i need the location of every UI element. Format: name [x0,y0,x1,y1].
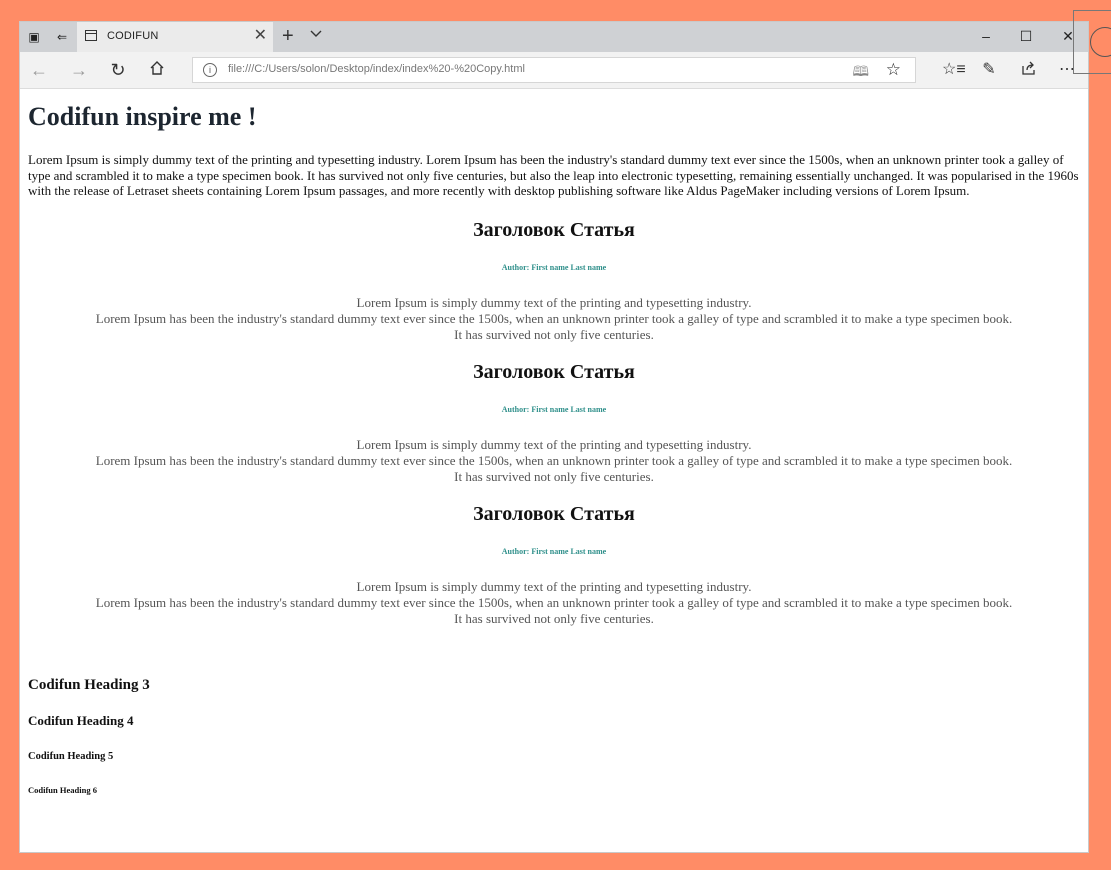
minimize-icon[interactable]: – [976,26,996,46]
article-3: Заголовок Статья Author: First name Last… [28,502,1080,627]
article-line: Lorem Ipsum is simply dummy text of the … [356,294,752,310]
article-line: Lorem Ipsum is simply dummy text of the … [356,578,752,594]
back-arrow-icon[interactable]: ← [28,60,50,80]
article-body: Lorem Ipsum is simply dummy text of the … [28,579,1080,627]
star-icon[interactable]: ☆ [886,60,901,80]
navigation-bar: ← → ↻ i file:///C:/Users/solon/Desktop/i… [20,52,1088,89]
info-icon[interactable]: i [203,63,217,77]
heading-3: Codifun Heading 3 [28,676,150,693]
tab-title: CODIFUN [107,30,159,42]
article-line: It has survived not only five centuries. [454,610,654,626]
chevron-down-icon[interactable] [310,27,322,42]
page-title: Codifun inspire me ! [28,102,257,131]
article-heading: Заголовок Статья [473,502,635,525]
url-text[interactable]: file:///C:/Users/solon/Desktop/index/ind… [228,63,525,75]
maximize-icon[interactable]: ☐ [1016,26,1036,46]
tab-bar: ▣ ⇐ CODIFUN ✕ + – ☐ ✕ [20,22,1088,52]
article-1: Заголовок Статья Author: First name Last… [28,218,1080,343]
article-line: It has survived not only five centuries. [454,468,654,484]
reading-view-icon[interactable]: 🕮 [852,61,869,85]
pen-icon[interactable]: ✎ [978,60,1000,80]
new-tab-icon[interactable]: + [282,26,294,46]
home-icon[interactable] [146,60,168,80]
article-heading: Заголовок Статья [473,218,635,241]
article-heading: Заголовок Статья [473,360,635,383]
article-2: Заголовок Статья Author: First name Last… [28,360,1080,485]
heading-5: Codifun Heading 5 [28,750,114,762]
page-content: Codifun inspire me ! Lorem Ipsum is simp… [20,89,1088,852]
heading-4: Codifun Heading 4 [28,712,134,728]
article-line: It has survived not only five centuries. [454,326,654,342]
browser-window: ▣ ⇐ CODIFUN ✕ + – ☐ ✕ ← → ↻ i file:///C:… [20,22,1088,852]
share-icon[interactable] [1018,60,1040,82]
heading-6: Codifun Heading 6 [28,784,97,795]
article-line: Lorem Ipsum has been the industry's stan… [95,310,1013,326]
article-author: Author: First name Last name [501,546,607,556]
article-line: Lorem Ipsum has been the industry's stan… [95,594,1013,610]
article-line: Lorem Ipsum is simply dummy text of the … [356,436,752,452]
address-bar[interactable]: i file:///C:/Users/solon/Desktop/index/i… [192,57,916,83]
refresh-icon[interactable]: ↻ [107,60,129,80]
article-body: Lorem Ipsum is simply dummy text of the … [28,437,1080,485]
page-favicon-icon [85,30,97,41]
article-author: Author: First name Last name [501,404,607,414]
set-tabs-aside-icon[interactable]: ⇐ [54,29,70,45]
article-body: Lorem Ipsum is simply dummy text of the … [28,295,1080,343]
tab-close-icon[interactable]: ✕ [254,27,267,45]
forward-arrow-icon[interactable]: → [68,60,90,80]
article-author: Author: First name Last name [501,262,607,272]
favorites-hub-icon[interactable]: ☆≡ [942,60,966,80]
intro-paragraph: Lorem Ipsum is simply dummy text of the … [28,152,1079,199]
tab-codifun[interactable]: CODIFUN ✕ [77,22,273,52]
article-line: Lorem Ipsum has been the industry's stan… [95,452,1013,468]
tabs-aside-icon[interactable]: ▣ [26,29,42,45]
